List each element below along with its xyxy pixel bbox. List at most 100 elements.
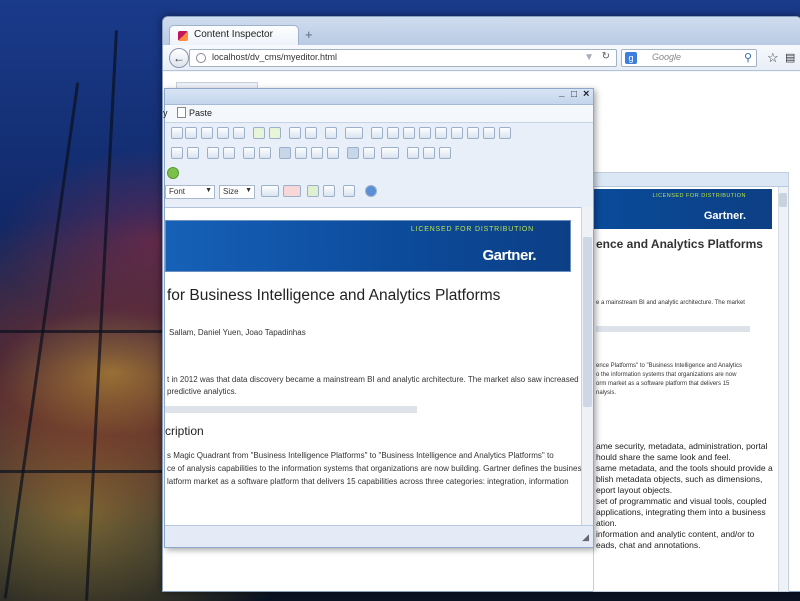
paste-icon[interactable] xyxy=(201,127,213,139)
text-color-icon[interactable] xyxy=(261,185,279,197)
paste-menu-item[interactable]: Paste xyxy=(189,108,212,118)
language-icon[interactable] xyxy=(381,147,399,159)
image-button-icon[interactable] xyxy=(483,127,495,139)
save-icon[interactable] xyxy=(343,185,355,197)
back-button[interactable]: ← xyxy=(169,48,189,68)
rtl-icon[interactable] xyxy=(363,147,375,159)
licensed-label: LICENSED FOR DISTRIBUTION xyxy=(652,193,746,199)
spellcheck-icon[interactable] xyxy=(345,127,363,139)
align-center-icon[interactable] xyxy=(295,147,307,159)
doc-text: eads, chat and annotations. xyxy=(596,540,701,550)
rich-text-editor-dialog: _ □ × y Paste Font ▼ Size ▼ LICENSED FOR… xyxy=(163,87,594,548)
gartner-banner: LICENSED FOR DISTRIBUTION Gartner. xyxy=(165,220,571,272)
wallpaper-strut xyxy=(0,470,170,473)
wallpaper-strut xyxy=(0,330,170,333)
paste-icon[interactable] xyxy=(177,107,186,118)
licensed-label: LICENSED FOR DISTRIBUTION xyxy=(410,226,534,233)
content-scrollbar[interactable] xyxy=(581,207,593,525)
scrollbar[interactable] xyxy=(778,187,788,591)
search-icon[interactable]: ⚲ xyxy=(744,51,752,64)
doc-text: e a mainstream BI and analytic architect… xyxy=(596,300,745,306)
bulleted-list-icon[interactable] xyxy=(187,147,199,159)
doc-text: information and analytic content, and/or… xyxy=(596,529,755,539)
address-bar[interactable]: localhost/dv_cms/myeditor.html ▼ ↻ xyxy=(189,49,617,67)
replace-icon[interactable] xyxy=(305,127,317,139)
redo-icon[interactable] xyxy=(269,127,281,139)
search-input[interactable]: g Google ⚲ xyxy=(621,49,757,67)
scrollbar-thumb[interactable] xyxy=(779,193,787,207)
align-right-icon[interactable] xyxy=(311,147,323,159)
ltr-icon[interactable] xyxy=(347,147,359,159)
editor-content-area[interactable]: LICENSED FOR DISTRIBUTION Gartner. for B… xyxy=(165,207,583,525)
doc-text: same metadata, and the tools should prov… xyxy=(596,463,773,473)
align-left-icon[interactable] xyxy=(279,147,291,159)
doc-paragraph: ce of analysis capabilities to the infor… xyxy=(167,464,583,473)
minimize-button[interactable]: _ xyxy=(559,87,565,98)
textarea-icon[interactable] xyxy=(435,127,447,139)
radio-icon[interactable] xyxy=(403,127,415,139)
maximize-button[interactable]: □ xyxy=(571,89,577,100)
search-engine-icon[interactable]: g xyxy=(625,52,637,64)
outdent-icon[interactable] xyxy=(207,147,219,159)
cut-icon[interactable] xyxy=(171,127,183,139)
scrollbar-thumb[interactable] xyxy=(583,237,592,407)
tab-content-inspector[interactable]: Content Inspector xyxy=(169,25,299,45)
justify-icon[interactable] xyxy=(327,147,339,159)
doc-title: ence and Analytics Platforms xyxy=(596,237,763,251)
bookmark-star-icon[interactable]: ▼ xyxy=(584,52,594,63)
show-blocks-icon[interactable] xyxy=(323,185,335,197)
copy-menu-item[interactable]: y xyxy=(163,108,168,118)
doc-text: eport layout objects. xyxy=(596,485,673,495)
doc-text: orm market as a software platform that d… xyxy=(596,381,730,387)
gartner-logo: Gartner. xyxy=(703,210,746,222)
doc-text: o the information systems that organizat… xyxy=(596,372,737,378)
doc-paragraph: predictive analytics. xyxy=(167,387,237,396)
navigation-bar: ← localhost/dv_cms/myeditor.html ▼ ↻ g G… xyxy=(163,45,800,71)
undo-icon[interactable] xyxy=(253,127,265,139)
chevron-down-icon: ▼ xyxy=(245,187,252,194)
toolbar-row-1 xyxy=(165,127,593,147)
paste-text-icon[interactable] xyxy=(217,127,229,139)
form-icon[interactable] xyxy=(371,127,383,139)
checkbox-icon[interactable] xyxy=(387,127,399,139)
numbered-list-icon[interactable] xyxy=(171,147,183,159)
new-tab-button[interactable]: + xyxy=(305,27,313,42)
creatediv-icon[interactable] xyxy=(259,147,271,159)
font-select[interactable]: Font ▼ xyxy=(165,185,215,199)
unlink-icon[interactable] xyxy=(423,147,435,159)
doc-text: blish metadata objects, such as dimensio… xyxy=(596,474,763,484)
tab-title: Content Inspector xyxy=(194,29,273,40)
doc-text: applications, integrating them into a bu… xyxy=(596,507,766,517)
iframe-icon[interactable] xyxy=(167,167,179,179)
bookmark-star-icon[interactable]: ☆ xyxy=(767,50,779,66)
panel-header xyxy=(594,173,788,187)
gartner-banner: LICENSED FOR DISTRIBUTION Gartner. xyxy=(594,189,772,229)
copy-icon[interactable] xyxy=(185,127,197,139)
size-select[interactable]: Size ▼ xyxy=(219,185,255,199)
bg-color-icon[interactable] xyxy=(283,185,301,197)
select-all-icon[interactable] xyxy=(325,127,337,139)
doc-paragraph: s Magic Quadrant from "Business Intellig… xyxy=(167,451,554,460)
doc-text: hould share the same look and feel. xyxy=(596,452,731,462)
size-select-label: Size xyxy=(223,187,239,196)
paste-word-icon[interactable] xyxy=(233,127,245,139)
bookmarks-menu-icon[interactable]: ▤ xyxy=(785,51,795,64)
maximize-editor-icon[interactable] xyxy=(307,185,319,197)
tab-bar: Content Inspector + xyxy=(163,17,800,45)
toolbar-row-4: Font ▼ Size ▼ xyxy=(165,185,593,205)
find-icon[interactable] xyxy=(289,127,301,139)
anchor-icon[interactable] xyxy=(439,147,451,159)
about-icon[interactable] xyxy=(365,185,377,197)
site-identity-icon[interactable] xyxy=(196,53,206,63)
editor-titlebar[interactable]: _ □ × xyxy=(165,87,593,105)
blockquote-icon[interactable] xyxy=(243,147,255,159)
hidden-field-icon[interactable] xyxy=(499,127,511,139)
reload-icon[interactable]: ↻ xyxy=(602,51,610,62)
textfield-icon[interactable] xyxy=(419,127,431,139)
select-field-icon[interactable] xyxy=(451,127,463,139)
button-field-icon[interactable] xyxy=(467,127,479,139)
link-icon[interactable] xyxy=(407,147,419,159)
close-button[interactable]: × xyxy=(583,88,589,100)
resize-handle-icon[interactable]: ◢ xyxy=(582,532,589,543)
indent-icon[interactable] xyxy=(223,147,235,159)
